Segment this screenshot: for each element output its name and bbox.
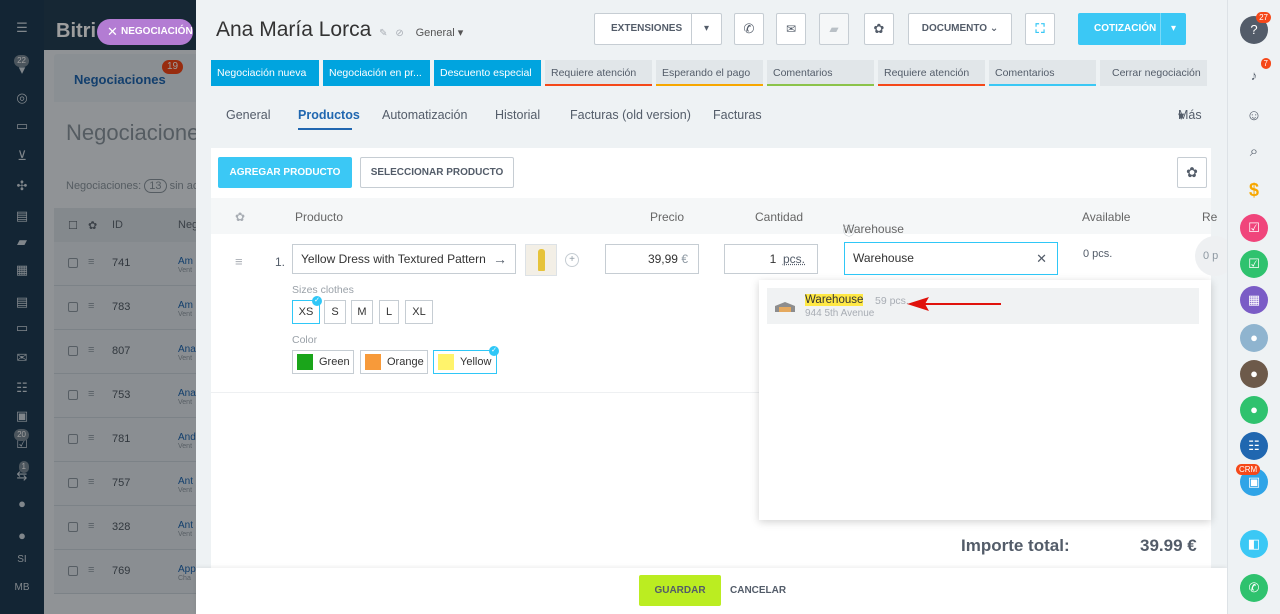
right-sidebar: ? 27 ♪ 7 ☺ ⌕ $ ☑ ☑ ▦ ● ● ● ☷ ▣ CRM ◧ ✆ — [1227, 0, 1280, 614]
tab-automatizacion[interactable]: Automatización — [382, 108, 467, 122]
product-image[interactable] — [525, 244, 557, 276]
stage-item[interactable]: Comentarios — [767, 60, 874, 86]
email-button[interactable]: ✉ — [776, 13, 806, 45]
stage-item[interactable]: Descuento especial — [434, 60, 541, 86]
settings-button[interactable]: ✿ — [864, 13, 894, 45]
chevron-down-icon[interactable]: ▾ — [691, 14, 721, 44]
group-chat-icon[interactable]: ☷ — [1240, 432, 1268, 460]
available-value: 0 pcs. — [1083, 248, 1113, 260]
price-input[interactable]: 39,99 € — [605, 244, 699, 274]
user-icon[interactable]: ● — [1240, 396, 1268, 424]
drag-handle-icon[interactable]: ≡ — [235, 254, 243, 269]
stage-item[interactable]: Requiere atención — [545, 60, 652, 86]
stage-item[interactable]: Comentarios — [989, 60, 1096, 86]
crm-icon[interactable]: ▣ CRM — [1236, 464, 1268, 496]
check-icon: ✓ — [489, 346, 499, 356]
annotation-arrow — [907, 297, 1001, 311]
avatar[interactable]: ● — [1240, 360, 1268, 388]
warehouse-search-input[interactable]: Warehouse ✕ — [844, 242, 1058, 275]
messenger-icon[interactable]: ☺ — [1240, 102, 1268, 130]
tab-facturas-old[interactable]: Facturas (old version) — [570, 108, 691, 122]
extensions-button[interactable]: EXTENSIONES ▾ — [594, 13, 722, 45]
products-header: ✿ Producto Precio Cantidad Warehouse ⓘ A… — [211, 198, 1217, 238]
footer-bar: GUARDAR CANCELAR — [196, 568, 1227, 614]
stage-item[interactable]: Negociación en pr... — [323, 60, 430, 86]
chevron-down-icon[interactable]: ▾ — [1160, 13, 1186, 45]
size-option-l[interactable]: L — [379, 300, 399, 324]
stage-item[interactable]: Cerrar negociación — [1100, 60, 1207, 86]
save-button[interactable]: GUARDAR — [639, 575, 721, 606]
bell-icon[interactable]: ♪ 7 — [1240, 58, 1271, 90]
color-option-yellow[interactable]: Yellow — [433, 350, 497, 374]
row-index: 1. — [275, 255, 286, 269]
stage-item[interactable]: Negociación nueva — [211, 60, 319, 86]
quantity-input[interactable]: 1 pcs. — [724, 244, 818, 274]
products-settings-button[interactable]: ✿ — [1177, 157, 1207, 188]
stage-item[interactable]: Esperando el pago — [656, 60, 763, 86]
clear-icon[interactable]: ✕ — [1036, 243, 1047, 274]
info-icon: ⓘ — [843, 224, 856, 238]
deal-title: Ana María Lorca ✎ ⊘ General ▾ — [216, 18, 464, 41]
add-product-button[interactable]: AGREGAR PRODUCTO — [218, 157, 352, 188]
tab-facturas[interactable]: Facturas — [713, 108, 762, 122]
link-icon[interactable]: ⊘ — [395, 28, 403, 39]
products-toolbar: AGREGAR PRODUCTO SELECCIONAR PRODUCTO ✿ — [211, 148, 1211, 198]
qr-button[interactable]: ⛶ — [1025, 13, 1055, 45]
color-label: Color — [292, 334, 318, 346]
check-icon: ✓ — [312, 296, 322, 306]
edit-icon[interactable]: ✎ — [379, 28, 387, 39]
size-option-m[interactable]: M — [351, 300, 373, 324]
select-product-button[interactable]: SELECCIONAR PRODUCTO — [360, 157, 514, 188]
deal-slider-panel: Ana María Lorca ✎ ⊘ General ▾ EXTENSIONE… — [196, 0, 1235, 614]
search-icon[interactable]: ⌕ — [1240, 138, 1268, 166]
size-option-s[interactable]: S — [324, 300, 346, 324]
phone-icon[interactable]: ✆ — [1240, 574, 1268, 602]
gear-icon: ✿ — [1186, 164, 1198, 180]
color-option-orange[interactable]: Orange — [360, 350, 428, 374]
tab-mas[interactable]: Más ▾ — [1178, 108, 1202, 123]
checklist-icon[interactable]: ☑ — [1240, 250, 1268, 278]
slider-chip[interactable]: ✕ NEGOCIACIÓN — [97, 19, 193, 45]
phone-button[interactable]: ✆ — [734, 13, 764, 45]
cotizacion-button[interactable]: COTIZACIÓN ▾ — [1078, 13, 1186, 45]
total-value: 39.99 € — [1140, 536, 1197, 555]
color-option-green[interactable]: Green — [292, 350, 354, 374]
category-select[interactable]: General ▾ — [416, 27, 464, 39]
help-icon[interactable]: ? 27 — [1240, 12, 1271, 44]
cancel-button[interactable]: CANCELAR — [730, 575, 786, 606]
scan-icon: ⛶ — [1035, 21, 1045, 36]
warehouse-dropdown: Warehouse 59 pcs. 944 5th Avenue — [759, 280, 1211, 520]
close-icon[interactable]: ✕ — [107, 19, 118, 45]
warehouse-icon — [775, 298, 795, 312]
document-button[interactable]: DOCUMENTO ⌄ — [908, 13, 1012, 45]
tab-general[interactable]: General — [226, 108, 270, 122]
active-tab-underline — [298, 128, 352, 130]
gear-icon[interactable]: ✿ — [235, 210, 245, 224]
tab-historial[interactable]: Historial — [495, 108, 540, 122]
mail-icon: ✉ — [785, 22, 797, 36]
tab-productos[interactable]: Productos — [298, 108, 360, 122]
stage-item[interactable]: Requiere atención — [878, 60, 985, 86]
size-option-xl[interactable]: XL — [405, 300, 433, 324]
sizes-label: Sizes clothes — [292, 284, 354, 296]
chat-button[interactable]: ▰ — [819, 13, 849, 45]
calendar-icon[interactable]: ▦ — [1240, 286, 1268, 314]
gear-icon: ✿ — [873, 21, 885, 36]
total-label: Importe total: — [961, 536, 1070, 555]
phone-icon: ✆ — [743, 21, 755, 36]
product-name-input[interactable]: Yellow Dress with Textured Pattern → — [292, 244, 516, 274]
avatar[interactable]: ● — [1240, 324, 1268, 352]
tasks-icon[interactable]: ☑ — [1240, 214, 1268, 242]
chat-icon: ▰ — [829, 22, 839, 36]
arrow-right-icon[interactable]: → — [493, 245, 507, 273]
overlay-dim — [0, 0, 204, 614]
dollar-icon[interactable]: $ — [1240, 176, 1268, 204]
open-lines-icon[interactable]: ◧ — [1240, 530, 1268, 558]
pipeline-stages: Negociación nueva Negociación en pr... D… — [211, 60, 1211, 86]
add-image-icon[interactable]: + — [565, 253, 579, 267]
